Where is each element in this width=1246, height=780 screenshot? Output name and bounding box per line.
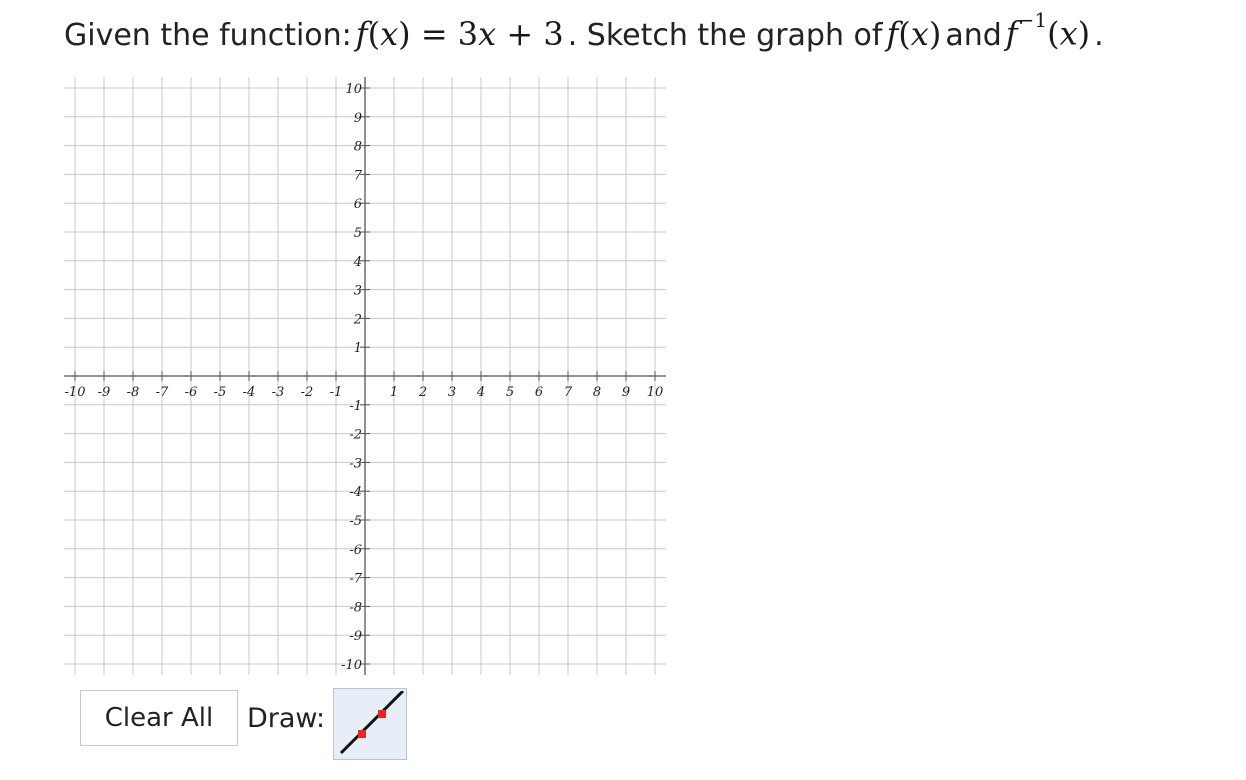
constant: 3: [543, 14, 564, 53]
y-tick-label: 6: [354, 197, 362, 212]
coordinate-grid[interactable]: -10 -9 -8 -7 -6 -5 -4 -3 -2 -1 1 2 3 4 5 6 7 8 9 10 10 9 8 7 6 5 4…: [62, 75, 668, 677]
y-tick-label: 4: [353, 255, 362, 270]
y-tick-label: 1: [354, 341, 362, 356]
y-tick-label: 3: [354, 284, 362, 299]
question-middle: . Sketch the graph of: [567, 17, 883, 53]
y-tick-label: 10: [345, 82, 362, 97]
inverse-var: x: [1059, 14, 1078, 53]
x-tick-label: 10: [647, 385, 664, 400]
y-tick-label: 2: [353, 312, 362, 327]
function-name: f: [355, 14, 368, 53]
y-tick-label: 8: [354, 140, 362, 155]
y-tick-label: -4: [349, 485, 362, 500]
x-tick-label: 2: [418, 385, 427, 400]
equals-sign: =: [420, 14, 448, 53]
x-tick-label: -7: [156, 385, 169, 400]
x-tick-label: -9: [98, 385, 111, 400]
x-tick-label: -8: [127, 385, 140, 400]
inverse-superscript: −1: [1017, 8, 1048, 32]
x-tick-label: -1: [330, 385, 343, 400]
x-tick-label: 4: [476, 385, 485, 400]
y-tick-label: -8: [349, 600, 362, 615]
y-tick-label: -9: [349, 629, 362, 644]
y-tick-label: -7: [349, 572, 362, 587]
draw-label: Draw:: [247, 702, 326, 734]
x-tick-label: -10: [65, 385, 86, 400]
graph-area[interactable]: -10 -9 -8 -7 -6 -5 -4 -3 -2 -1 1 2 3 4 5 6 7 8 9 10 10 9 8 7 6 5 4…: [62, 75, 668, 677]
x-tick-label: 9: [622, 385, 630, 400]
x-tick-label: -4: [243, 385, 256, 400]
y-tick-label: -6: [349, 543, 362, 558]
question-text: Given the function: f(x) = 3x + 3. Sketc…: [64, 8, 1104, 70]
f-of-x: f(x): [886, 14, 942, 53]
y-tick-label: -1: [349, 399, 362, 414]
y-tick-label: -5: [349, 514, 362, 529]
coefficient: 3: [457, 14, 479, 53]
function-var: x: [380, 14, 399, 53]
x-tick-label: 7: [564, 385, 573, 400]
clear-all-button[interactable]: Clear All: [80, 690, 238, 746]
x-tick-label: 3: [448, 385, 456, 400]
f-inverse: f−1(x): [1005, 8, 1091, 53]
x-tick-label: -5: [214, 385, 227, 400]
line-tool-icon: [340, 691, 405, 755]
x-tick-label: -2: [301, 385, 314, 400]
x-tick-label: 6: [535, 385, 543, 400]
y-tick-label: 9: [354, 111, 362, 126]
question-end: .: [1094, 17, 1104, 53]
question-prefix: Given the function:: [64, 17, 352, 53]
y-tick-label: -2: [349, 428, 362, 443]
line-tool-button[interactable]: [333, 688, 408, 760]
x-tick-label: 8: [593, 385, 601, 400]
function-definition: f(x) = 3x + 3: [355, 14, 564, 53]
x-tick-label: -3: [272, 385, 285, 400]
y-tick-label: 5: [354, 226, 362, 241]
f-name: f: [886, 14, 899, 53]
plus-sign: +: [506, 14, 534, 53]
y-tick-label: -10: [341, 658, 362, 673]
x-tick-label: 5: [506, 385, 514, 400]
inverse-name: f: [1005, 14, 1018, 53]
f-var: x: [910, 14, 929, 53]
x-tick-label: 1: [390, 385, 398, 400]
y-tick-label: -3: [349, 456, 362, 471]
x-tick-label: -6: [185, 385, 198, 400]
rhs-var: x: [478, 14, 497, 53]
y-tick-label: 7: [354, 168, 363, 183]
graph-controls: Clear All Draw:: [80, 688, 408, 760]
question-and: and: [945, 17, 1002, 53]
